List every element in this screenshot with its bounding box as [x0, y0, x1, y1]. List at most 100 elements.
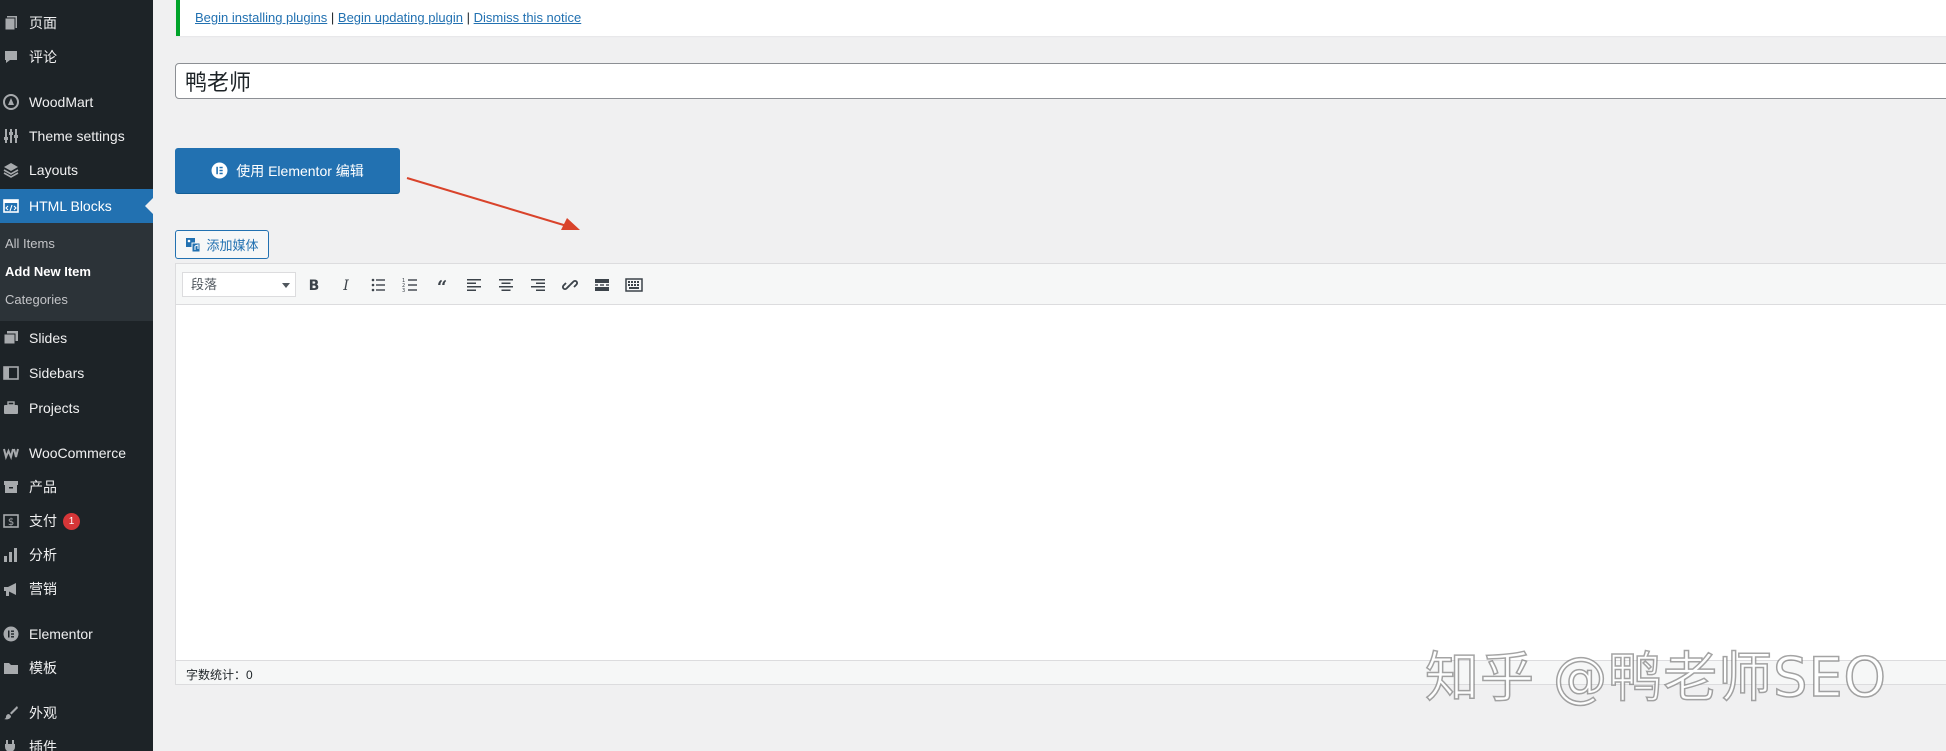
woocommerce-icon	[3, 445, 19, 461]
sidebar-item-label: Projects	[29, 400, 80, 416]
layers-icon	[3, 162, 19, 178]
begin-installing-plugins-link[interactable]: Begin installing plugins	[195, 10, 327, 25]
format-select-value: 段落	[191, 277, 218, 292]
annotation-arrow	[406, 177, 580, 230]
edit-with-elementor-label: 使用 Elementor 编辑	[236, 162, 364, 179]
sidebar-item-payments[interactable]: $ 支付 1	[0, 504, 153, 538]
watermark: 知乎 @鸭老师SEO	[1424, 645, 1888, 710]
admin-sidebar: 页面 评论 WoodMart Theme settings Layouts HT…	[0, 0, 153, 751]
chart-bar-icon	[3, 547, 19, 563]
sidebar-item-appearance[interactable]: 外观	[0, 696, 153, 730]
comment-icon	[3, 49, 19, 65]
add-media-label: 添加媒体	[206, 238, 259, 253]
sidebar-item-theme-settings[interactable]: Theme settings	[0, 119, 153, 153]
link-icon	[561, 276, 579, 294]
sidebar-item-label: Layouts	[29, 162, 79, 178]
word-count: 字数统计：0	[186, 668, 253, 682]
bold-button[interactable]: B	[302, 273, 326, 297]
chevron-down-icon	[282, 283, 290, 288]
classic-editor: 段落 B I 123 “ 字数统计：0	[175, 263, 1946, 685]
html-blocks-submenu: All Items Add New Item Categories	[0, 223, 153, 321]
sidebar-item-slides[interactable]: Slides	[0, 321, 153, 355]
numbered-list-button[interactable]: 123	[398, 273, 422, 297]
sidebar-item-label: 插件	[29, 739, 57, 751]
paragraph-format-select[interactable]: 段落	[182, 272, 296, 297]
sidebar-item-label: 页面	[29, 15, 57, 31]
sidebar-item-label: 外观	[29, 705, 57, 721]
align-left-button[interactable]	[462, 273, 486, 297]
plugin-notice: Begin installing plugins | Begin updatin…	[176, 0, 1946, 36]
woodmart-icon	[3, 94, 19, 110]
read-more-button[interactable]	[590, 273, 614, 297]
megaphone-icon	[3, 581, 19, 597]
sidebar-item-layouts[interactable]: Layouts	[0, 153, 153, 187]
editor-content-area[interactable]	[176, 305, 1946, 660]
dismiss-notice-link[interactable]: Dismiss this notice	[474, 10, 582, 25]
sidebar-item-comments[interactable]: 评论	[0, 40, 153, 74]
plugin-icon	[3, 739, 19, 751]
notice-separator: |	[330, 10, 335, 25]
sidebar-item-marketing[interactable]: 营销	[0, 572, 153, 606]
toolbar-toggle-icon	[625, 276, 643, 294]
sidebar-item-projects[interactable]: Projects	[0, 391, 153, 425]
svg-text:B: B	[309, 278, 320, 294]
begin-updating-plugin-link[interactable]: Begin updating plugin	[338, 10, 463, 25]
editor-toolbar: 段落 B I 123 “	[176, 264, 1946, 305]
sidebar-item-label: WooCommerce	[29, 445, 126, 461]
sidebar-item-pages[interactable]: 页面	[0, 6, 153, 40]
sidebar-item-sidebars[interactable]: Sidebars	[0, 356, 153, 390]
page-icon	[3, 15, 19, 31]
sliders-icon	[3, 128, 19, 144]
sidebar-item-products[interactable]: 产品	[0, 470, 153, 504]
insert-link-button[interactable]	[558, 273, 582, 297]
sidebar-item-label: 营销	[29, 581, 57, 597]
svg-text:$: $	[8, 517, 14, 528]
sidebar-item-plugins[interactable]: 插件	[0, 730, 153, 751]
html-icon	[3, 198, 19, 214]
edit-with-elementor-button[interactable]: 使用 Elementor 编辑	[175, 148, 400, 193]
bullet-list-button[interactable]	[366, 273, 390, 297]
payment-icon: $	[3, 513, 19, 529]
svg-text:I: I	[342, 278, 349, 294]
sidebar-item-label: 产品	[29, 479, 57, 495]
sidebar-item-templates[interactable]: 模板	[0, 651, 153, 685]
align-center-icon	[497, 276, 515, 294]
sidebar-item-label: HTML Blocks	[29, 198, 112, 214]
sidebar-item-html-blocks[interactable]: HTML Blocks	[0, 189, 153, 223]
bold-icon: B	[305, 276, 323, 294]
sidebar-item-woodmart[interactable]: WoodMart	[0, 85, 153, 119]
notice-separator: |	[466, 10, 470, 25]
align-right-icon	[529, 276, 547, 294]
submenu-item-all-items[interactable]: All Items	[5, 234, 55, 254]
align-right-button[interactable]	[526, 273, 550, 297]
submenu-item-categories[interactable]: Categories	[5, 290, 68, 310]
sidebar-item-label: 支付	[29, 513, 57, 529]
sidebars-icon	[3, 365, 19, 381]
svg-text:3: 3	[402, 288, 405, 294]
italic-button[interactable]: I	[334, 273, 358, 297]
sidebar-item-label: Slides	[29, 330, 68, 346]
post-title-input[interactable]	[175, 63, 1946, 99]
read-more-icon	[593, 276, 611, 294]
sidebar-item-label: 模板	[29, 660, 57, 676]
briefcase-icon	[3, 400, 19, 416]
numbered-list-icon: 123	[401, 276, 419, 294]
slides-icon	[3, 330, 19, 346]
brush-icon	[3, 705, 19, 721]
italic-icon: I	[337, 276, 355, 294]
bullet-list-icon	[369, 276, 387, 294]
add-media-button[interactable]: 添加媒体	[175, 230, 269, 259]
notification-badge: 1	[63, 512, 80, 530]
sidebar-item-label: WoodMart	[29, 94, 94, 110]
align-left-icon	[465, 276, 483, 294]
sidebar-item-analytics[interactable]: 分析	[0, 538, 153, 572]
submenu-item-add-new[interactable]: Add New Item	[5, 262, 91, 282]
sidebar-item-woocommerce[interactable]: WooCommerce	[0, 436, 153, 470]
align-center-button[interactable]	[494, 273, 518, 297]
media-icon	[185, 237, 201, 253]
sidebar-item-elementor[interactable]: Elementor	[0, 617, 153, 651]
elementor-icon	[3, 626, 19, 642]
sidebar-item-label: 评论	[29, 49, 57, 65]
toolbar-toggle-button[interactable]	[622, 273, 646, 297]
blockquote-button[interactable]: “	[430, 273, 454, 297]
